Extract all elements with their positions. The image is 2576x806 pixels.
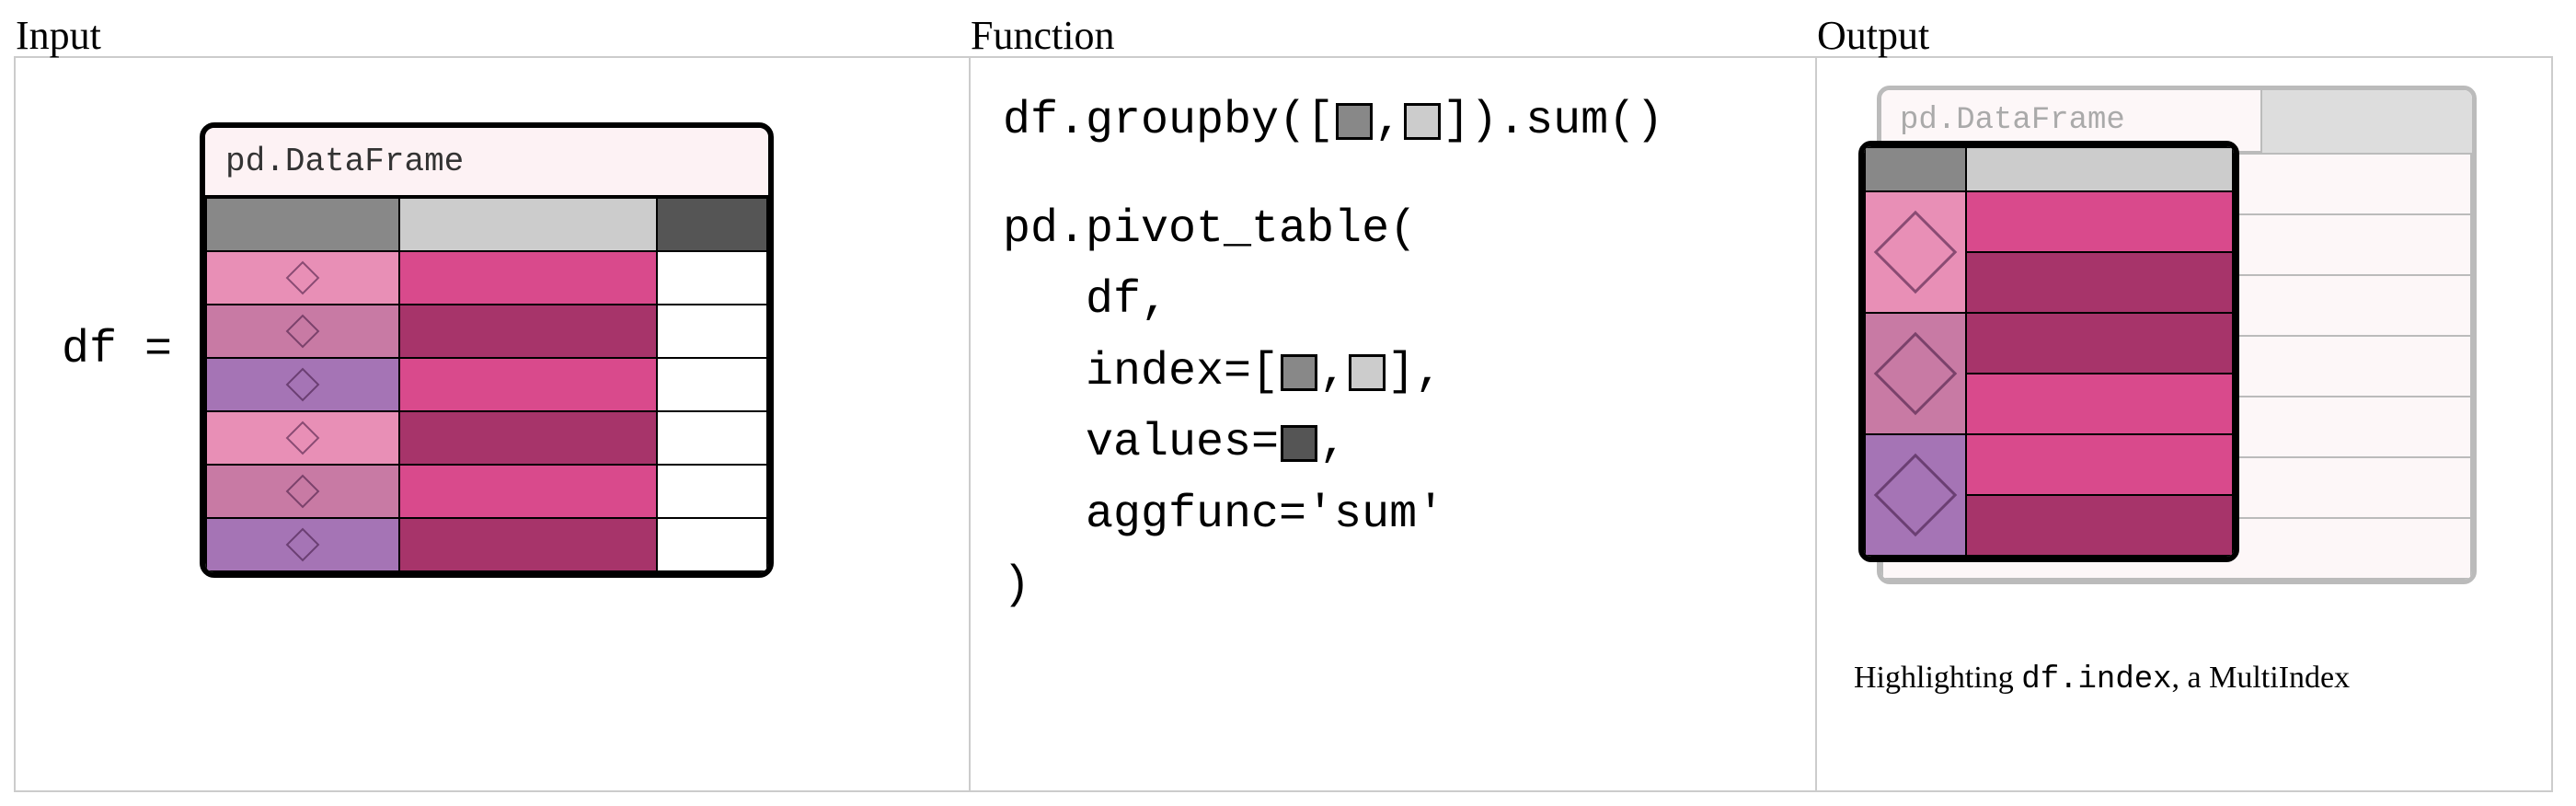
code-text: ], xyxy=(1387,346,1443,398)
highlight-value-cell xyxy=(1966,313,2233,374)
highlight-value-cell xyxy=(1966,495,2233,556)
empty-cell xyxy=(657,251,767,305)
diagram-container: Input df = pd.DataFrame xyxy=(14,56,2562,792)
index-cell xyxy=(206,251,399,305)
code-text: pd.pivot_table( xyxy=(1003,203,1417,256)
value-cell xyxy=(399,518,657,571)
panel-label-output: Output xyxy=(1817,12,1929,59)
highlight-grid xyxy=(1864,146,2234,557)
highlight-index-cell xyxy=(1865,191,1966,313)
code-text: , xyxy=(1319,346,1347,398)
code-text: , xyxy=(1319,417,1347,469)
input-row xyxy=(206,411,767,465)
col-header-2 xyxy=(399,198,657,251)
code-text: index=[ xyxy=(1003,346,1279,398)
column-swatch-dark xyxy=(1336,103,1373,140)
value-cell xyxy=(399,411,657,465)
output-area: pd.DataFrame xyxy=(1840,86,2528,684)
panel-output: Output pd.DataFrame xyxy=(1817,56,2553,792)
value-cell xyxy=(399,465,657,518)
empty-cell xyxy=(657,465,767,518)
highlight-value-cell xyxy=(1966,252,2233,313)
code-text: aggfunc='sum' xyxy=(1003,489,1444,541)
input-row xyxy=(206,465,767,518)
panel-input: Input df = pd.DataFrame xyxy=(14,56,971,792)
code-text: , xyxy=(1374,95,1402,147)
value-cell xyxy=(399,358,657,411)
code-text: ]).sum() xyxy=(1443,95,1663,147)
panel-label-function: Function xyxy=(971,12,1114,59)
index-cell xyxy=(206,518,399,571)
input-header-row xyxy=(206,198,767,251)
highlight-index-cell xyxy=(1865,313,1966,434)
caption-code: df.index xyxy=(2021,662,2171,697)
input-row xyxy=(206,251,767,305)
col-header-3 xyxy=(657,198,767,251)
panel-function: Function df.groupby([,]).sum() pd.pivot_… xyxy=(971,56,1817,792)
highlight-row xyxy=(1865,434,2233,495)
highlight-header-row xyxy=(1865,147,2233,191)
highlight-value-cell xyxy=(1966,434,2233,495)
highlight-row xyxy=(1865,191,2233,252)
highlight-value-cell xyxy=(1966,191,2233,252)
diamond-icon xyxy=(286,315,320,349)
empty-cell xyxy=(657,358,767,411)
output-highlight-multiindex xyxy=(1858,141,2239,562)
df-assignment: df = xyxy=(62,324,172,376)
column-swatch-dark xyxy=(1281,354,1317,391)
caption-text: Highlighting xyxy=(1854,661,2021,695)
input-row xyxy=(206,358,767,411)
diamond-icon xyxy=(1874,454,1958,537)
diamond-icon xyxy=(286,421,320,455)
code-groupby: df.groupby([, ]).sum() xyxy=(994,86,1792,157)
highlight-col-header-1 xyxy=(1865,147,1966,191)
diamond-icon xyxy=(286,475,320,509)
diamond-icon xyxy=(286,368,320,402)
input-row xyxy=(206,518,767,571)
highlight-index-cell xyxy=(1865,434,1966,556)
code-pivot: pd.pivot_table( df, index=[,], values=, … xyxy=(994,194,1792,622)
output-caption: Highlighting df.index, a MultiIndex xyxy=(1854,661,2350,697)
code-text: ) xyxy=(1003,559,1030,612)
code-text: df, xyxy=(1003,274,1168,327)
highlight-col-header-2 xyxy=(1966,147,2233,191)
column-swatch-light xyxy=(1404,103,1441,140)
panel-label-input: Input xyxy=(16,12,101,59)
input-dataframe: pd.DataFrame xyxy=(200,122,774,578)
index-cell xyxy=(206,465,399,518)
highlight-row xyxy=(1865,313,2233,374)
empty-cell xyxy=(657,518,767,571)
diamond-icon xyxy=(1874,332,1958,416)
caption-text: , a MultiIndex xyxy=(2172,661,2351,695)
column-swatch-light xyxy=(1349,354,1386,391)
code-text: values= xyxy=(1003,417,1279,469)
input-grid xyxy=(205,197,768,572)
input-row xyxy=(206,305,767,358)
index-cell xyxy=(206,305,399,358)
input-type-label: pd.DataFrame xyxy=(205,128,768,197)
code-text: df.groupby([ xyxy=(1003,95,1334,147)
index-cell xyxy=(206,358,399,411)
empty-cell xyxy=(657,305,767,358)
diamond-icon xyxy=(286,261,320,295)
diamond-icon xyxy=(1874,211,1958,294)
column-swatch-darker xyxy=(1281,425,1317,462)
index-cell xyxy=(206,411,399,465)
diamond-icon xyxy=(286,528,320,562)
highlight-value-cell xyxy=(1966,374,2233,434)
value-cell xyxy=(399,305,657,358)
value-cell xyxy=(399,251,657,305)
empty-cell xyxy=(657,411,767,465)
col-header-1 xyxy=(206,198,399,251)
